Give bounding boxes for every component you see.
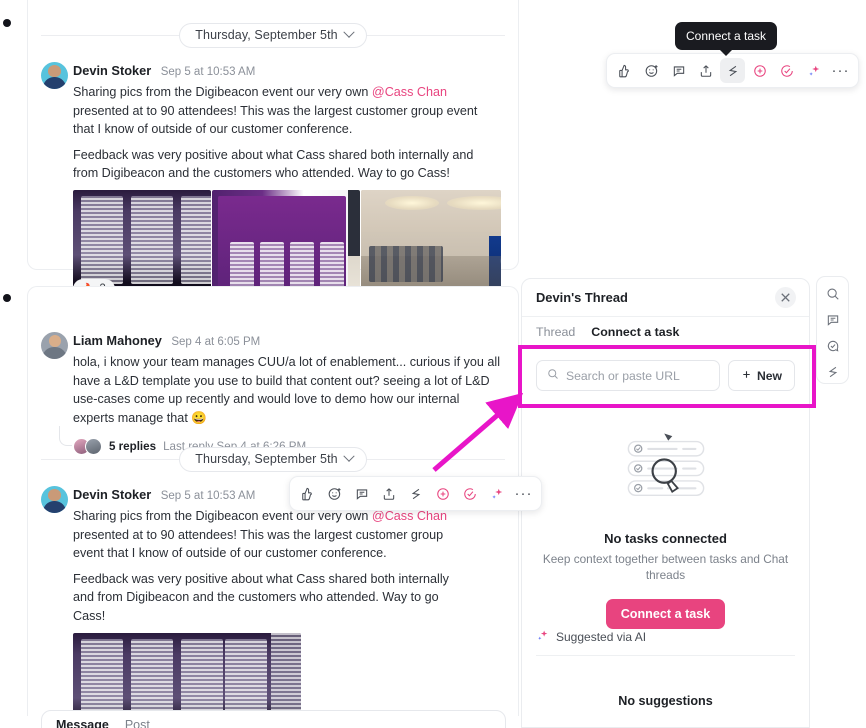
date-chip-label: Thursday, September 5th (195, 451, 338, 466)
date-divider-1: Thursday, September 5th (27, 22, 519, 48)
ai-sparkle-icon (536, 629, 549, 645)
tab-thread[interactable]: Thread (536, 317, 575, 346)
new-task-label: New (756, 368, 782, 383)
no-suggestions-text: No suggestions (618, 694, 713, 708)
thread-side-panel: Devin's Thread Thread Connect a task Sea… (521, 278, 810, 728)
active-tab-underline (580, 345, 660, 347)
composer-tab-message[interactable]: Message (56, 718, 109, 728)
thread-elbow-connector (59, 426, 72, 446)
more-icon[interactable]: ··· (828, 58, 853, 83)
message-author: Liam Mahoney (73, 333, 162, 348)
search-input[interactable]: Search or paste URL (536, 360, 720, 391)
check-circle-icon[interactable] (457, 481, 482, 506)
message-paragraph: Feedback was very positive about what Ca… (73, 571, 449, 623)
panel-tabs: Thread Connect a task (522, 317, 809, 347)
message-composer[interactable]: Message Post (41, 710, 506, 728)
connect-task-tooltip: Connect a task (675, 22, 778, 56)
more-icon[interactable]: ··· (511, 481, 536, 506)
task-search-illustration (542, 429, 789, 515)
date-divider-2: Thursday, September 5th (27, 446, 519, 472)
panel-title: Devin's Thread (536, 290, 628, 305)
emoji-add-icon[interactable] (639, 58, 664, 83)
comment-icon[interactable] (349, 481, 374, 506)
panel-header: Devin's Thread (522, 279, 809, 317)
message-header: Devin Stoker Sep 5 at 10:53 AM (73, 62, 501, 80)
tooltip-label: Connect a task (686, 29, 767, 43)
right-icon-rail (816, 276, 849, 384)
message-author: Devin Stoker (73, 63, 152, 78)
new-task-button[interactable]: New (727, 360, 795, 391)
message-timestamp: Sep 5 at 10:53 AM (160, 490, 256, 502)
ai-sparkle-icon[interactable] (801, 58, 826, 83)
avatar[interactable] (41, 332, 68, 359)
message-devin-2: Devin Stoker Sep 5 at 10:53 AM Sharing p… (27, 486, 519, 728)
message-body: Sharing pics from the Digibeacon event o… (73, 83, 501, 183)
mention-link[interactable]: @Cass Chan (372, 85, 447, 99)
empty-state-title: No tasks connected (604, 531, 727, 546)
more-dots: ··· (514, 484, 533, 502)
message-header: Liam Mahoney Sep 4 at 6:05 PM (73, 332, 501, 350)
more-dots: ··· (831, 61, 850, 79)
paragraph-pre: Sharing pics from the Digibeacon event o… (73, 85, 372, 99)
ai-suggestions-section: Suggested via AI (522, 629, 809, 656)
chevron-down-icon (343, 26, 355, 38)
ai-sparkle-icon[interactable] (484, 481, 509, 506)
thumbs-up-icon[interactable] (295, 481, 320, 506)
thumbs-up-icon[interactable] (612, 58, 637, 83)
message-timestamp: Sep 4 at 6:05 PM (171, 336, 261, 348)
close-icon[interactable] (775, 287, 796, 308)
date-chip[interactable]: Thursday, September 5th (179, 446, 367, 472)
date-chip-label: Thursday, September 5th (195, 27, 338, 42)
message-hover-toolbar-1[interactable]: ··· (606, 53, 859, 88)
message-liam: Liam Mahoney Sep 4 at 6:05 PM hola, i kn… (27, 332, 519, 455)
share-icon[interactable] (376, 481, 401, 506)
chat-message-list: Thursday, September 5th Devin Stoker Sep… (27, 0, 519, 728)
mention-link[interactable]: @Cass Chan (372, 509, 447, 523)
message-hover-toolbar-2[interactable]: ··· (289, 476, 542, 511)
check-bubble-icon[interactable] (821, 334, 844, 357)
message-timestamp: Sep 5 at 10:53 AM (160, 66, 256, 78)
connect-task-icon[interactable] (720, 58, 745, 83)
message-paragraph: Sharing pics from the Digibeacon event o… (73, 83, 501, 139)
tab-connect-a-task[interactable]: Connect a task (591, 317, 679, 346)
message-paragraph: hola, i know your team manages CUU/a lot… (73, 355, 501, 425)
comment-icon[interactable] (821, 308, 844, 331)
connect-task-icon[interactable] (403, 481, 428, 506)
search-placeholder: Search or paste URL (566, 368, 680, 383)
comment-icon[interactable] (666, 58, 691, 83)
avatar[interactable] (41, 486, 68, 513)
message-author: Devin Stoker (73, 487, 152, 502)
composer-tab-post[interactable]: Post (125, 718, 150, 728)
connect-a-task-button[interactable]: Connect a task (605, 599, 726, 629)
message-body: Sharing pics from the Digibeacon event o… (73, 507, 473, 625)
date-chip[interactable]: Thursday, September 5th (179, 22, 367, 48)
tasks-empty-state: No tasks connected Keep context together… (522, 403, 809, 629)
search-icon (547, 368, 559, 383)
emoji-add-icon[interactable] (322, 481, 347, 506)
connect-task-icon[interactable] (821, 360, 844, 383)
search-icon[interactable] (821, 282, 844, 305)
message-paragraph: Sharing pics from the Digibeacon event o… (73, 507, 473, 563)
avatar[interactable] (41, 62, 68, 89)
plus-circle-icon[interactable] (747, 58, 772, 83)
ai-suggestions-header: Suggested via AI (536, 629, 795, 656)
empty-state-subtitle: Keep context together between tasks and … (542, 552, 789, 582)
paragraph-post: presented at to 90 attendees! This was t… (73, 103, 478, 137)
message-paragraph: Feedback was very positive about what Ca… (73, 147, 474, 181)
task-search-row: Search or paste URL New (522, 347, 809, 403)
paragraph-pre: Sharing pics from the Digibeacon event o… (73, 509, 372, 523)
plus-circle-icon[interactable] (430, 481, 455, 506)
chevron-down-icon (343, 450, 355, 462)
ai-suggestions-label: Suggested via AI (556, 630, 647, 644)
gutter-marker-bottom (3, 294, 11, 302)
gutter-marker-top (3, 19, 11, 27)
paragraph-post: presented at to 90 attendees! This was t… (73, 527, 444, 561)
message-body: hola, i know your team manages CUU/a lot… (73, 353, 501, 427)
plus-icon (741, 369, 752, 383)
share-icon[interactable] (693, 58, 718, 83)
check-circle-icon[interactable] (774, 58, 799, 83)
